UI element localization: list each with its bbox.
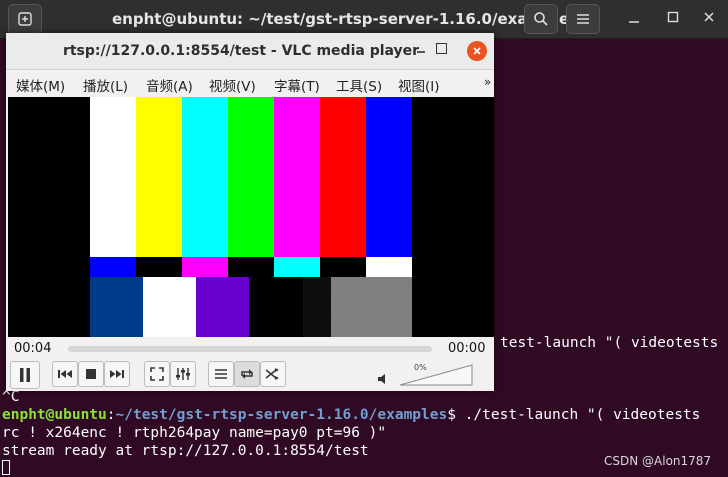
prompt-user: enpht@ubuntu <box>2 407 107 423</box>
command-text: $ ./test-launch "( videotests <box>447 407 701 423</box>
video-area[interactable] <box>8 97 494 337</box>
next-button[interactable] <box>104 361 130 387</box>
stop-button[interactable] <box>78 361 104 387</box>
minimize-icon <box>629 21 639 23</box>
shuffle-button[interactable] <box>260 361 286 387</box>
stop-icon <box>86 369 96 379</box>
loop-icon <box>241 369 253 379</box>
terminal-cursor <box>2 460 10 475</box>
new-tab-button[interactable] <box>8 4 42 34</box>
close-icon <box>473 47 481 55</box>
playlist-icon <box>215 369 227 379</box>
terminal-line-launch-tail: test-launch "( videotests <box>500 335 719 351</box>
extended-settings-icon <box>176 368 190 380</box>
fullscreen-button[interactable] <box>144 361 170 387</box>
csdn-watermark: CSDN @Alon1787 <box>604 454 712 468</box>
terminal-maximize-button[interactable] <box>667 10 679 28</box>
menu-view[interactable]: 视图(I) <box>398 75 440 95</box>
shuffle-icon <box>265 368 279 380</box>
vlc-titlebar[interactable]: rtsp://127.0.0.1:8554/test - VLC media p… <box>6 33 494 70</box>
terminal-close-button[interactable] <box>703 10 715 28</box>
playback-controls: 0% <box>6 359 494 391</box>
loop-button[interactable] <box>234 361 260 387</box>
castellation-white <box>366 257 412 277</box>
vlc-menubar: 媒体(M) 播放(L) 音频(A) 视频(V) 字幕(T) 工具(S) 视图(I… <box>6 70 494 96</box>
previous-icon <box>58 370 72 378</box>
noise-patch <box>331 277 412 337</box>
prompt-separator: : <box>106 407 116 423</box>
color-bar-blue <box>366 97 412 257</box>
terminal-stream-ready: stream ready at rtsp://127.0.0.1:8554/te… <box>2 443 369 459</box>
hamburger-icon <box>577 14 589 24</box>
menu-playback[interactable]: 播放(L) <box>83 75 128 95</box>
search-button[interactable] <box>524 4 558 34</box>
menu-tools[interactable]: 工具(S) <box>336 75 382 95</box>
hamburger-menu-button[interactable] <box>566 4 600 34</box>
pause-icon <box>20 368 30 382</box>
new-tab-icon <box>18 12 32 26</box>
prompt-path: ~/test/gst-rtsp-server-1.16.0/examples <box>115 407 448 423</box>
menu-media[interactable]: 媒体(M) <box>16 75 65 95</box>
vlc-maximize-button[interactable] <box>436 43 447 54</box>
castellation-magenta <box>182 257 228 277</box>
playlist-button[interactable] <box>208 361 234 387</box>
time-elapsed: 00:04 <box>14 341 52 356</box>
time-total: 00:00 <box>448 341 486 356</box>
fullscreen-icon <box>150 367 164 381</box>
volume-muted-icon[interactable] <box>377 370 389 389</box>
minimize-icon <box>417 51 425 53</box>
volume-slider[interactable] <box>398 363 474 391</box>
menu-video[interactable]: 视频(V) <box>209 75 256 95</box>
volume-level: 0% <box>414 363 427 372</box>
terminal-minimize-button[interactable] <box>628 10 640 28</box>
castellation-cyan <box>274 257 320 277</box>
terminal-command-line: enpht@ubuntu:~/test/gst-rtsp-server-1.16… <box>2 406 700 424</box>
pause-button[interactable] <box>10 361 40 389</box>
menu-audio[interactable]: 音频(A) <box>146 75 193 95</box>
pluge-plus-q <box>196 277 249 337</box>
vlc-minimize-button[interactable] <box>413 41 429 57</box>
menu-overflow-chevron[interactable]: » <box>484 75 491 89</box>
maximize-icon <box>667 11 679 23</box>
search-icon <box>534 12 548 26</box>
terminal-cursor-line <box>2 459 10 477</box>
vlc-window-title: rtsp://127.0.0.1:8554/test - VLC media p… <box>62 43 420 59</box>
color-bar-yellow <box>136 97 182 257</box>
terminal-command-continuation: rc ! x264enc ! rtph264pay name=pay0 pt=9… <box>2 425 387 441</box>
close-icon <box>704 12 714 22</box>
menu-subtitle[interactable]: 字幕(T) <box>274 75 320 95</box>
vlc-close-button[interactable] <box>467 41 487 61</box>
previous-button[interactable] <box>52 361 78 387</box>
color-bar-red <box>320 97 366 257</box>
vlc-window: rtsp://127.0.0.1:8554/test - VLC media p… <box>6 33 494 391</box>
color-bar-magenta <box>274 97 320 257</box>
terminal-title: enpht@ubuntu: ~/test/gst-rtsp-server-1.1… <box>112 10 579 28</box>
castellation-blue <box>90 257 136 277</box>
extended-settings-button[interactable] <box>170 361 196 387</box>
next-icon <box>110 370 124 378</box>
color-bar-cyan <box>182 97 228 257</box>
seekbar-row: 00:04 00:00 <box>6 337 494 359</box>
pluge-minus-i <box>90 277 143 337</box>
color-bar-green <box>228 97 274 257</box>
color-bar-white <box>90 97 136 257</box>
seek-slider[interactable] <box>68 346 432 352</box>
pluge-white <box>143 277 196 337</box>
pluge-black <box>303 277 331 337</box>
